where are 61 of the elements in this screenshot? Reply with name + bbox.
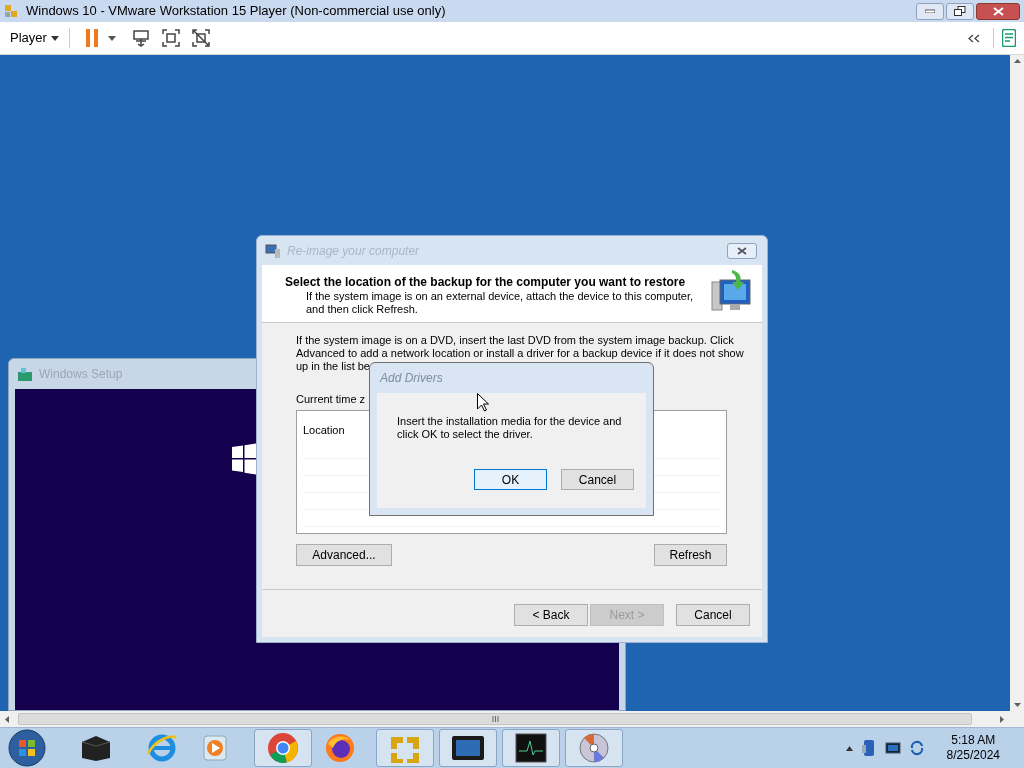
ok-button[interactable]: OK — [474, 469, 547, 490]
instruction-text: If the system image is on a DVD, insert the last DVD from the system image backup. Click Advanced to add a network location or install a driver for a backup device if it does not show up in the list be — [296, 334, 744, 373]
dialog-message: Insert the installation media for the device and click OK to select the driver. — [397, 415, 622, 441]
minimize-icon — [925, 9, 935, 13]
back-button[interactable]: < Back — [514, 604, 588, 626]
task-monitor-icon[interactable] — [502, 729, 560, 767]
chevron-up-icon[interactable] — [845, 745, 853, 751]
cd-icon — [578, 732, 610, 764]
close-icon — [737, 246, 747, 255]
column-header: Location — [303, 423, 345, 438]
unity-icon[interactable] — [191, 29, 210, 47]
network-icon[interactable] — [884, 741, 901, 755]
media-player-icon[interactable] — [202, 734, 228, 762]
fullscreen-icon[interactable] — [161, 29, 180, 47]
dialog-subheading: If the system image is on an external device, attach the device to this computer, and then click Refresh. — [305, 290, 694, 316]
dialog-heading: Select the location of the backup for the computer you want to restore — [285, 275, 687, 289]
advanced-button[interactable]: Advanced... — [296, 544, 392, 566]
terminal-icon[interactable] — [80, 734, 112, 762]
horizontal-scrollbar[interactable] — [0, 711, 1024, 727]
caret-icon — [50, 35, 59, 41]
fox-browser-icon[interactable] — [324, 732, 356, 764]
caret-icon[interactable] — [107, 35, 116, 41]
vmware-logo-icon — [4, 4, 18, 18]
down-arrow-icon[interactable] — [1013, 703, 1021, 707]
scrollbar-thumb[interactable] — [18, 713, 972, 725]
computer-icon[interactable] — [131, 29, 150, 47]
time-zone-label: Current time z — [296, 393, 366, 406]
cursor-icon — [477, 393, 489, 412]
pulse-icon — [515, 733, 547, 763]
close-button[interactable] — [976, 2, 1020, 20]
computer-icon — [710, 270, 752, 314]
clock-time: 5:18 AM — [951, 733, 996, 748]
notes-icon[interactable] — [1002, 29, 1016, 47]
device-icon[interactable] — [860, 739, 877, 757]
right-arrow-icon[interactable] — [1000, 715, 1004, 723]
monitor-icon[interactable] — [439, 729, 497, 767]
restore-icon — [954, 6, 966, 16]
pause-icon[interactable] — [85, 29, 98, 47]
chrome-icon[interactable] — [254, 729, 312, 767]
computer-icon — [265, 243, 281, 258]
clock-date: 8/25/2024 — [946, 748, 1000, 763]
restore-button[interactable] — [946, 2, 974, 20]
start-button[interactable] — [8, 729, 46, 767]
windows-logo-icon — [232, 443, 256, 475]
window-title: Windows 10 - VMware Workstation 15 Player (Non-commercial use only) — [26, 2, 446, 21]
setup-icon — [17, 367, 33, 381]
up-arrow-icon[interactable] — [1013, 59, 1021, 63]
screen-icon — [451, 735, 485, 761]
grip-icon — [491, 716, 499, 722]
player-menu[interactable]: Player — [10, 28, 59, 48]
cancel-button[interactable]: Cancel — [561, 469, 634, 490]
window-title: Add Drivers — [380, 370, 443, 387]
vertical-scrollbar[interactable] — [1010, 55, 1024, 711]
double-chevron-icon[interactable] — [967, 33, 981, 43]
refresh-icon[interactable] — [908, 740, 925, 756]
close-icon — [992, 6, 1004, 16]
left-arrow-icon[interactable] — [5, 715, 9, 723]
cancel-button[interactable]: Cancel — [676, 604, 750, 626]
browser-icon — [267, 732, 299, 764]
close-button[interactable] — [727, 242, 757, 259]
refresh-button[interactable]: Refresh — [654, 544, 727, 566]
